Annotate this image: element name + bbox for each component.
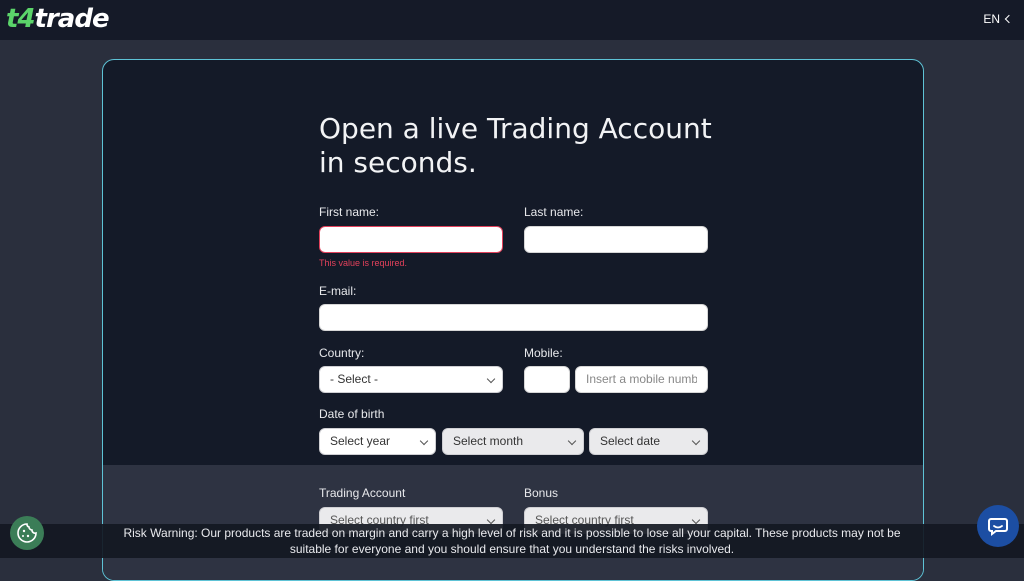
chevron-down-icon xyxy=(567,436,577,446)
language-selector[interactable]: EN xyxy=(983,12,1014,26)
chevron-down-icon xyxy=(486,374,496,384)
cookie-icon xyxy=(17,523,37,543)
card-lower-section xyxy=(103,465,923,580)
risk-warning-text: Risk Warning: Our products are traded on… xyxy=(123,526,901,556)
dob-label: Date of birth xyxy=(319,407,385,421)
chevron-down-icon xyxy=(486,515,496,525)
email-input[interactable] xyxy=(319,304,708,331)
trading-account-label: Trading Account xyxy=(319,486,406,500)
mobile-number-input[interactable]: Insert a mobile number xyxy=(575,366,708,393)
first-name-label: First name: xyxy=(319,205,380,219)
mobile-label: Mobile: xyxy=(524,346,563,360)
top-bar: t4trade EN xyxy=(0,0,1024,40)
chevron-left-icon xyxy=(1004,14,1014,24)
mobile-placeholder: Insert a mobile number xyxy=(586,372,697,386)
page-title: Open a live Trading Account in seconds. xyxy=(319,112,712,179)
country-select[interactable]: - Select - xyxy=(319,366,503,393)
dob-month-select[interactable]: Select month xyxy=(442,428,584,455)
email-label: E-mail: xyxy=(319,284,357,298)
risk-warning-banner: Risk Warning: Our products are traded on… xyxy=(0,524,1024,558)
last-name-label: Last name: xyxy=(524,205,584,219)
dob-month-selected: Select month xyxy=(453,434,524,448)
country-label: Country: xyxy=(319,346,365,360)
chat-icon xyxy=(988,518,1008,536)
last-name-input[interactable] xyxy=(524,226,708,253)
brand-logo[interactable]: t4trade xyxy=(6,4,110,34)
first-name-error: This value is required. xyxy=(319,258,408,268)
country-selected: - Select - xyxy=(330,372,379,386)
mobile-code-input[interactable] xyxy=(524,366,570,393)
live-chat-button[interactable] xyxy=(977,505,1019,547)
bonus-label: Bonus xyxy=(524,486,559,500)
dob-year-selected: Select year xyxy=(330,434,391,448)
first-name-input[interactable] xyxy=(319,226,503,253)
chevron-down-icon xyxy=(419,436,429,446)
chevron-down-icon xyxy=(691,515,701,525)
dob-date-selected: Select date xyxy=(600,434,661,448)
dob-year-select[interactable]: Select year xyxy=(319,428,436,455)
language-label: EN xyxy=(983,12,1000,26)
signup-card: Open a live Trading Account in seconds. … xyxy=(102,59,924,581)
chevron-down-icon xyxy=(691,436,701,446)
dob-date-select[interactable]: Select date xyxy=(589,428,708,455)
cookie-settings-button[interactable] xyxy=(10,516,44,550)
